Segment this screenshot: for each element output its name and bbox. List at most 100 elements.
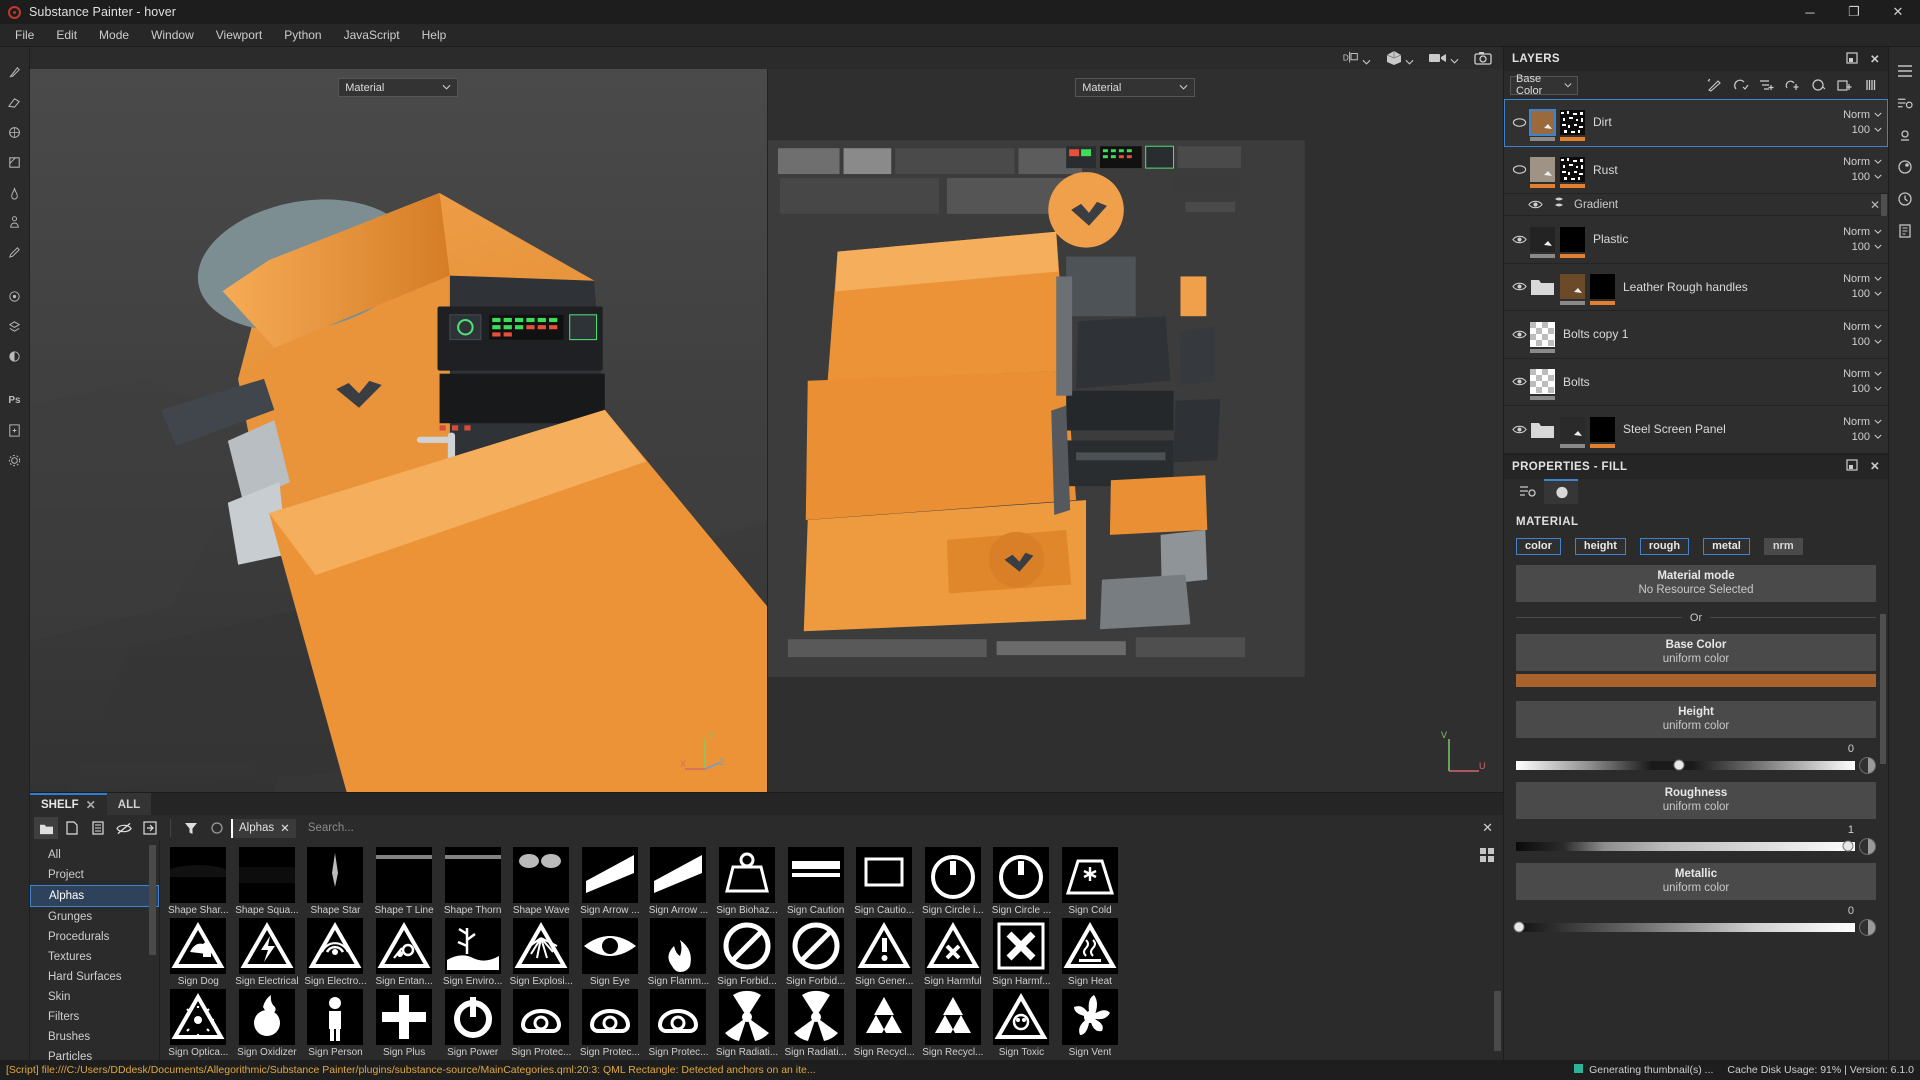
layer-visibility-toggle[interactable] xyxy=(1508,281,1530,292)
layer-mask-thumbnail[interactable] xyxy=(1560,110,1585,135)
float-panel-icon[interactable] xyxy=(1846,459,1858,474)
layer-row[interactable]: RustNorm 100 xyxy=(1504,147,1888,195)
clear-search-icon[interactable]: ✕ xyxy=(1472,820,1503,836)
metallic-header[interactable]: Metallic uniform color xyxy=(1516,863,1876,900)
layer-thumbnail[interactable] xyxy=(1560,417,1585,442)
layer-blend-mode[interactable]: Norm xyxy=(1843,416,1882,428)
layer-thumbnail[interactable] xyxy=(1530,157,1555,182)
alpha-cell[interactable]: Sign Recycl... xyxy=(919,987,988,1058)
alpha-cell[interactable]: Sign Arrow ... xyxy=(576,845,645,916)
alpha-cell[interactable]: Sign Gener... xyxy=(850,916,919,987)
layer-row[interactable]: Leather Rough handlesNorm 100 xyxy=(1504,264,1888,312)
alpha-cell[interactable]: Sign Plus xyxy=(370,987,439,1058)
alpha-cell[interactable] xyxy=(233,1058,302,1060)
shelf-category-hard-surfaces[interactable]: Hard Surfaces xyxy=(30,967,159,987)
search-input[interactable]: Search... xyxy=(298,822,1470,834)
screenshot-icon[interactable] xyxy=(1473,50,1493,66)
close-button[interactable]: ✕ xyxy=(1876,0,1920,24)
alpha-cell[interactable]: Sign Cautio... xyxy=(850,845,919,916)
add-paint-icon[interactable] xyxy=(1782,74,1804,96)
alpha-cell[interactable]: Sign Flamm... xyxy=(644,916,713,987)
close-icon[interactable]: ✕ xyxy=(280,821,290,835)
base-color-swatch[interactable] xyxy=(1516,674,1876,687)
shader-settings-icon[interactable] xyxy=(1891,119,1919,151)
alpha-cell[interactable]: Sign Circle i... xyxy=(919,845,988,916)
layer-thumbnail[interactable] xyxy=(1530,110,1555,135)
chip-metal[interactable]: metal xyxy=(1703,538,1750,555)
grid-view-toggle-icon[interactable] xyxy=(1479,847,1495,868)
alpha-cell[interactable]: Sign Dog xyxy=(164,916,233,987)
layer-opacity[interactable]: 100 xyxy=(1852,241,1882,253)
alpha-cell[interactable]: Sign Protec... xyxy=(644,987,713,1058)
layer-mask-thumbnail[interactable] xyxy=(1560,157,1585,182)
layer-mask-thumbnail[interactable] xyxy=(1560,227,1585,252)
alpha-cell[interactable]: Shape Wave xyxy=(507,845,576,916)
material-selector-2d[interactable]: Material xyxy=(1075,78,1195,97)
layer-stack-icon[interactable] xyxy=(2,311,28,341)
shelf-category-alphas[interactable]: Alphas xyxy=(30,885,159,907)
alpha-cell[interactable]: Sign Enviro... xyxy=(438,916,507,987)
menu-window[interactable]: Window xyxy=(140,25,205,45)
layer-opacity[interactable]: 100 xyxy=(1852,124,1882,136)
alpha-cell[interactable]: Sign Person xyxy=(301,987,370,1058)
alpha-cell[interactable]: Sign Biohaz... xyxy=(713,845,782,916)
metallic-slider[interactable] xyxy=(1516,919,1876,936)
alpha-cell[interactable]: Sign Protec... xyxy=(576,987,645,1058)
shelf-scrollbar[interactable] xyxy=(1494,991,1501,1051)
alpha-cell[interactable] xyxy=(576,1058,645,1060)
tab-shelf[interactable]: SHELF ✕ xyxy=(30,793,107,815)
layer-thumbnail[interactable] xyxy=(1530,227,1555,252)
layer-opacity[interactable]: 100 xyxy=(1852,336,1882,348)
alpha-cell[interactable] xyxy=(713,1058,782,1060)
chip-nrm[interactable]: nrm xyxy=(1764,538,1803,555)
alpha-cell[interactable]: Sign Toxic xyxy=(987,987,1056,1058)
layer-blend-mode[interactable]: Norm xyxy=(1843,109,1882,121)
layer-opacity[interactable]: 100 xyxy=(1852,383,1882,395)
add-mask-icon[interactable] xyxy=(1730,74,1752,96)
menu-file[interactable]: File xyxy=(4,25,45,45)
alpha-cell[interactable]: Sign Power xyxy=(438,987,507,1058)
alpha-cell[interactable] xyxy=(781,1058,850,1060)
alpha-cell[interactable]: Sign Caution xyxy=(781,845,850,916)
close-icon[interactable]: ✕ xyxy=(86,798,96,812)
material-selector-3d[interactable]: Material xyxy=(338,78,458,97)
add-generator-icon[interactable] xyxy=(1808,74,1830,96)
viewport-2d-uv[interactable]: Material V U xyxy=(767,69,1504,792)
export-textures-icon[interactable] xyxy=(2,415,28,445)
alpha-cell[interactable]: Sign Entan... xyxy=(370,916,439,987)
alpha-cell[interactable]: Shape Thorn xyxy=(438,845,507,916)
alpha-cell[interactable]: Sign Oxidizer xyxy=(233,987,302,1058)
chip-height[interactable]: height xyxy=(1575,538,1626,555)
height-header[interactable]: Height uniform color xyxy=(1516,701,1876,738)
layer-blend-mode[interactable]: Norm xyxy=(1843,321,1882,333)
alpha-cell[interactable] xyxy=(164,1058,233,1060)
eraser-tool[interactable] xyxy=(2,87,28,117)
alpha-cell[interactable]: Shape Shar... xyxy=(164,845,233,916)
tab-all[interactable]: ALL xyxy=(107,793,151,815)
layer-opacity[interactable]: 100 xyxy=(1852,288,1882,300)
menu-javascript[interactable]: JavaScript xyxy=(333,25,411,45)
height-slider-knob[interactable] xyxy=(1673,760,1684,771)
alpha-cell[interactable]: Sign Optica... xyxy=(164,987,233,1058)
layer-blend-mode[interactable]: Norm xyxy=(1843,226,1882,238)
material-mode-dropzone[interactable]: Material mode No Resource Selected xyxy=(1516,565,1876,602)
mask-icon[interactable] xyxy=(2,341,28,371)
layer-visibility-toggle[interactable] xyxy=(1508,424,1530,435)
alpha-cell[interactable]: Sign Radiati... xyxy=(713,987,782,1058)
alpha-cell[interactable]: Sign Harmful xyxy=(919,916,988,987)
metallic-slider-knob[interactable] xyxy=(1514,922,1525,933)
shelf-category-grunges[interactable]: Grunges xyxy=(30,907,159,927)
metallic-invert-icon[interactable] xyxy=(1859,919,1876,936)
filter-icon[interactable] xyxy=(179,817,203,839)
polygon-fill-tool[interactable] xyxy=(2,147,28,177)
layer-blend-mode[interactable]: Norm xyxy=(1843,368,1882,380)
alpha-cell[interactable]: Shape Star xyxy=(301,845,370,916)
layer-row[interactable]: Bolts copy 1Norm 100 xyxy=(1504,311,1888,359)
alpha-cell[interactable] xyxy=(1056,1058,1125,1060)
alpha-cell[interactable] xyxy=(301,1058,370,1060)
alpha-cell[interactable]: Sign Electrical xyxy=(233,916,302,987)
shelf-category-skin[interactable]: Skin xyxy=(30,987,159,1007)
settings-gear-icon[interactable] xyxy=(2,445,28,475)
alpha-cell[interactable]: Sign Circle ... xyxy=(987,845,1056,916)
layer-opacity[interactable]: 100 xyxy=(1852,171,1882,183)
